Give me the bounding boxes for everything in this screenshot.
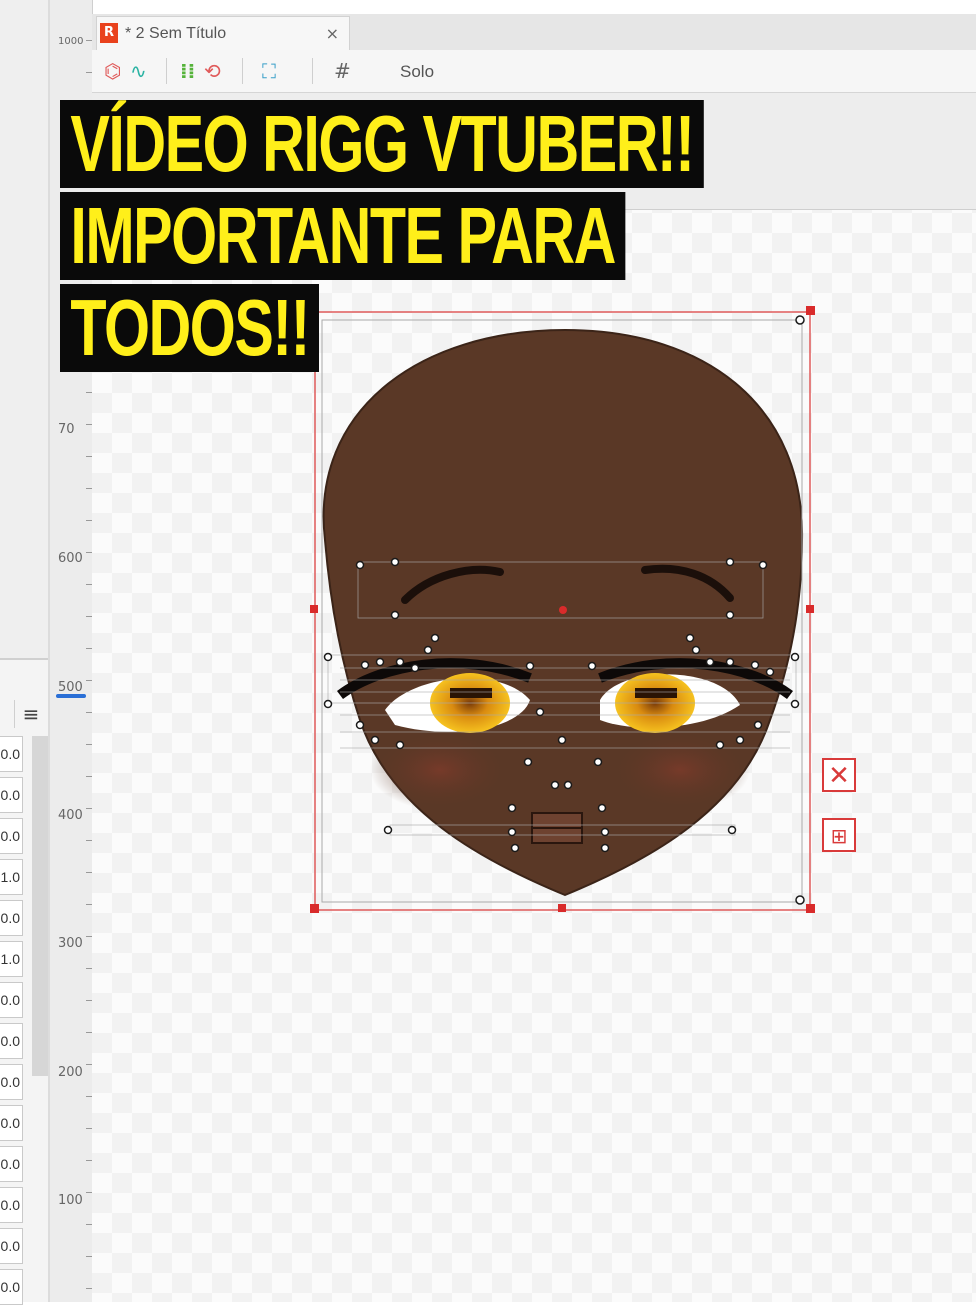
parameter-value-field[interactable]: 0.0 [0, 982, 23, 1018]
toolbar-separator [166, 58, 167, 84]
deform-path-icon[interactable]: ⌬ [104, 58, 121, 84]
caption-line: IMPORTANTE PARA [60, 192, 626, 280]
parameter-panel: ≡ 0.0 0.0 0.0 1.0 0.0 1.0 0.0 0.0 0.0 0.0 0.0 0.0 0.… [0, 0, 50, 1305]
ruler-position-marker [56, 694, 86, 698]
ruler-label: 600 [58, 551, 83, 566]
parameter-values: 0.0 0.0 0.0 1.0 0.0 1.0 0.0 0.0 0.0 0.0 0.0 0.0 0.0 0… [0, 736, 32, 1310]
glue-icon-rotate[interactable]: ⟲ [204, 58, 221, 84]
pupil-left [450, 688, 492, 698]
parameter-value-field[interactable]: 0.0 [0, 1269, 23, 1305]
caption-line: VÍDEO RIGG VTUBER!! [60, 100, 704, 188]
ruler-label: 400 [58, 808, 83, 823]
parameter-panel-header [0, 0, 50, 660]
toolbar-separator [312, 58, 313, 84]
video-caption-overlay: VÍDEO RIGG VTUBER!! IMPORTANTE PARA TODO… [60, 100, 860, 376]
document-tab[interactable]: R * 2 Sem Título × [96, 16, 350, 51]
parameter-value-field[interactable]: 0.0 [0, 1064, 23, 1100]
document-tab-title: * 2 Sem Título [125, 25, 227, 42]
grid-icon[interactable]: # [334, 58, 351, 84]
parameter-value-field[interactable]: 0.0 [0, 736, 23, 772]
grid-settings-icon[interactable]: ⊞ [822, 818, 856, 852]
parameter-value-field[interactable]: 1.0 [0, 941, 23, 977]
parameter-value-field[interactable]: 0.0 [0, 1187, 23, 1223]
caption-line: TODOS!! [60, 284, 320, 372]
ruler-label: 200 [58, 1065, 83, 1080]
ruler-label: 100 [58, 1193, 83, 1208]
parameter-value-field[interactable]: 0.0 [0, 777, 23, 813]
ruler-label: 300 [58, 936, 83, 951]
delete-deformer-icon[interactable]: ✕ [822, 758, 856, 792]
parameter-value-field[interactable]: 0.0 [0, 1146, 23, 1182]
app-logo-icon: R [100, 23, 118, 43]
pupil-right [635, 688, 677, 698]
parameter-scrollbar[interactable] [32, 736, 48, 1076]
glue-icon[interactable]: ⁞⁞ [180, 58, 195, 84]
canvas-toolbar: ⌬ ∿ ⁞⁞ ⟲ ⛶ # Solo [92, 50, 976, 93]
blush-right [610, 730, 750, 810]
parameter-value-field[interactable]: 0.0 [0, 1228, 23, 1264]
parameter-value-field[interactable]: 0.0 [0, 1105, 23, 1141]
parameter-value-field[interactable]: 1.0 [0, 859, 23, 895]
parameter-value-field[interactable]: 0.0 [0, 818, 23, 854]
ruler-label: 500 [58, 680, 83, 695]
deform-path-icon-alt[interactable]: ∿ [130, 58, 147, 84]
solo-toggle[interactable]: Solo [400, 62, 434, 82]
parameter-value-field[interactable]: 0.0 [0, 900, 23, 936]
character-head-illustration[interactable] [300, 300, 840, 930]
ruler-label: 70 [58, 422, 75, 437]
parameter-value-field[interactable]: 0.0 [0, 1023, 23, 1059]
fit-view-icon[interactable]: ⛶ [262, 58, 276, 84]
close-tab-icon[interactable]: × [326, 24, 339, 43]
toolbar-separator [242, 58, 243, 84]
blush-left [370, 730, 510, 810]
ruler-label: 1000 [58, 36, 84, 47]
panel-menu-icon[interactable]: ≡ [14, 700, 47, 728]
